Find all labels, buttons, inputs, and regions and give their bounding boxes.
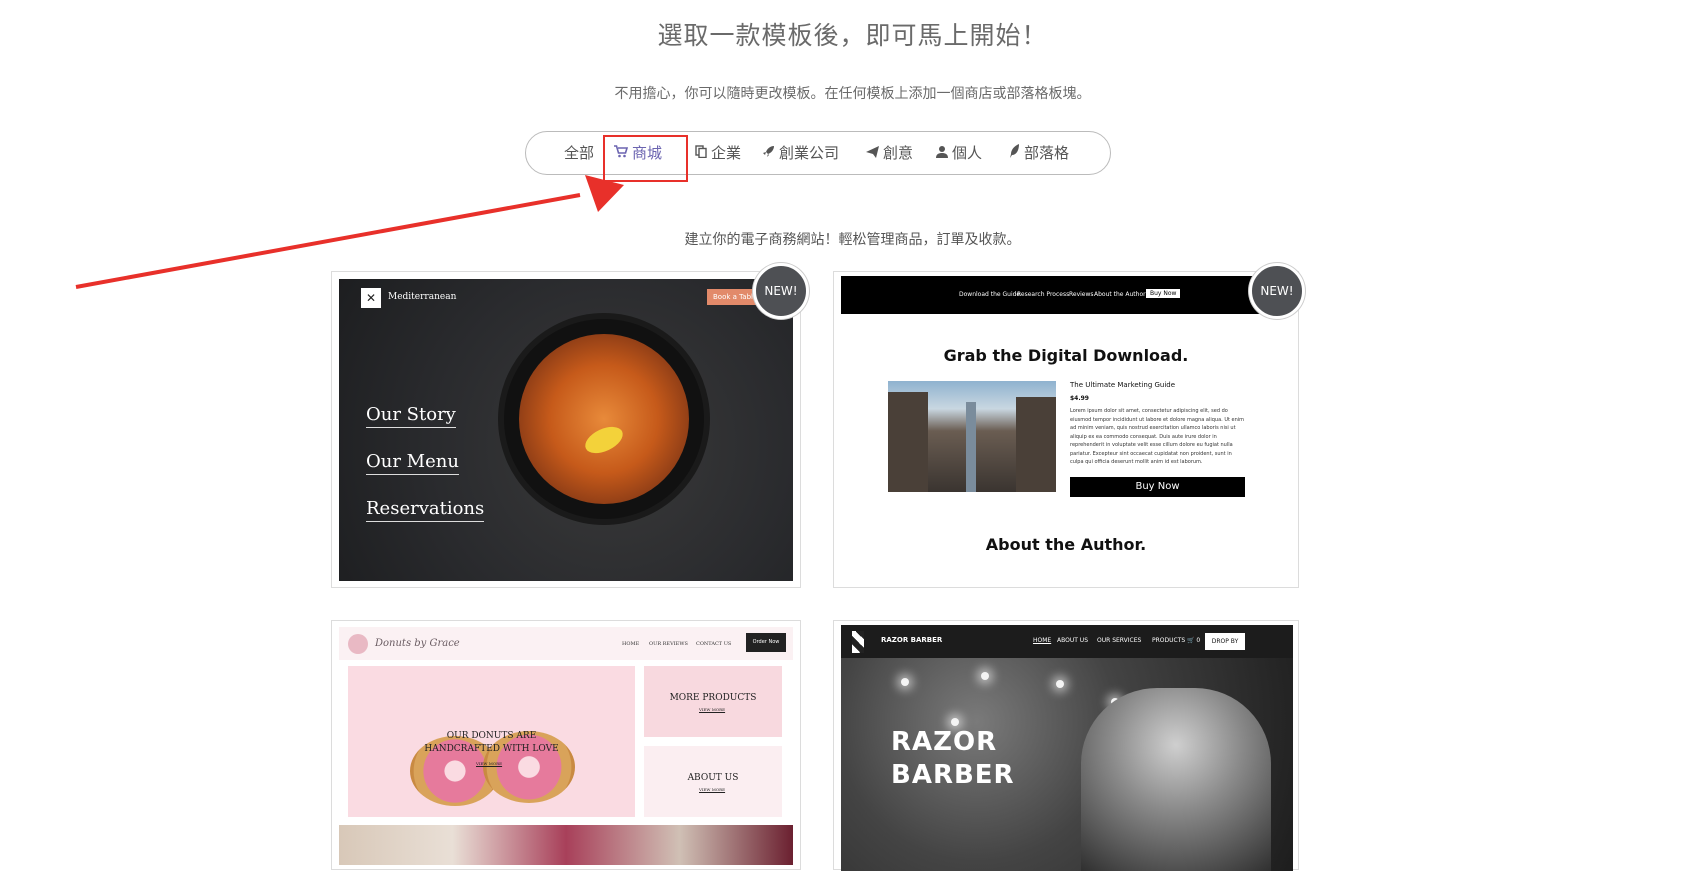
donut-hero: OUR DONUTS ARE HANDCRAFTED WITH LOVE VIE… xyxy=(348,666,635,817)
barber-figure xyxy=(1081,688,1271,871)
light-bulb xyxy=(951,718,959,726)
filter-startup[interactable]: 創業公司 xyxy=(762,132,839,174)
hero-title: RAZOR xyxy=(891,727,998,757)
donuts-photo-strip xyxy=(339,825,793,865)
nav-link: ABOUT US xyxy=(1057,637,1089,644)
drop-by-button: DROP BY xyxy=(1205,633,1245,650)
light-bulb xyxy=(1056,680,1064,688)
cart-count: 🛒 0 xyxy=(1187,637,1201,644)
nav-link: OUR REVIEWS xyxy=(649,641,688,647)
template-card-razor-barber[interactable]: RAZOR BARBER HOME ABOUT US OUR SERVICES … xyxy=(833,620,1299,871)
template-preview-image: RAZOR BARBER xyxy=(841,658,1293,871)
hero-line: HANDCRAFTED WITH LOVE xyxy=(424,744,559,754)
nav-link: OUR SERVICES xyxy=(1097,637,1142,644)
nav-link: Research Process xyxy=(1017,291,1070,298)
page-subheading: 不用擔心，你可以隨時更改模板。在任何模板上添加一個商店或部落格板塊。 xyxy=(614,86,1091,102)
buy-now-button: Buy Now xyxy=(1070,477,1245,497)
filter-personal[interactable]: 個人 xyxy=(936,132,982,174)
template-brand: Mediterranean xyxy=(388,292,457,302)
filter-label: 個人 xyxy=(952,144,983,162)
template-title: Grab the Digital Download. xyxy=(943,346,1189,365)
template-nav: Donuts by Grace HOME OUR REVIEWS CONTACT… xyxy=(339,627,793,660)
nav-link: Reviews xyxy=(1069,291,1094,298)
nav-link: HOME xyxy=(622,641,640,647)
nav-link: HOME xyxy=(1033,637,1052,644)
view-more-link: VIEW MORE xyxy=(699,787,726,792)
box-title: ABOUT US xyxy=(687,773,739,783)
guide-price: $4.99 xyxy=(1070,395,1089,402)
filter-label: 創意 xyxy=(883,144,914,162)
filter-label: 全部 xyxy=(564,144,595,162)
about-author-heading: About the Author. xyxy=(985,535,1147,554)
rocket-icon xyxy=(762,132,775,174)
view-more-link: VIEW MORE xyxy=(699,707,726,712)
filter-label: 部落格 xyxy=(1024,144,1070,162)
annotation-highlight-box xyxy=(603,135,688,182)
order-now-button: Order Now xyxy=(746,633,786,652)
page-heading: 選取一款模板後，即可馬上開始！ xyxy=(657,21,1048,50)
barber-pole-icon xyxy=(852,631,864,653)
hero-title: BARBER xyxy=(891,760,1015,790)
guide-description: Lorem ipsum dolor sit amet, consectetur … xyxy=(1070,408,1245,465)
light-bulb xyxy=(901,678,909,686)
template-nav: Download the Guide Research Process Revi… xyxy=(841,276,1293,314)
template-brand: Donuts by Grace xyxy=(375,638,460,649)
user-icon xyxy=(936,132,948,174)
paper-plane-icon xyxy=(866,132,879,174)
light-bulb xyxy=(981,672,989,680)
menu-link: Our Menu xyxy=(366,451,459,475)
template-card-digital-download[interactable]: Download the Guide Research Process Revi… xyxy=(833,263,1305,588)
category-tagline: 建立你的電子商務網站！輕松管理商品，訂單及收款。 xyxy=(684,232,1021,248)
menu-link: Our Story xyxy=(366,404,456,428)
filter-label: 企業 xyxy=(711,144,742,162)
more-products-box: MORE PRODUCTS VIEW MORE xyxy=(644,666,782,737)
template-card-donuts[interactable]: Donuts by Grace HOME OUR REVIEWS CONTACT… xyxy=(331,620,801,870)
new-badge: NEW! xyxy=(753,263,809,319)
nav-link: Download the Guide xyxy=(959,291,1021,298)
about-us-box: ABOUT US VIEW MORE xyxy=(644,746,782,817)
utensils-icon: ✕ xyxy=(361,288,381,308)
template-brand: RAZOR BARBER xyxy=(881,636,943,644)
filter-business[interactable]: 企業 xyxy=(695,132,741,174)
template-card-mediterranean[interactable]: ✕ Mediterranean Book a Table Our Story O… xyxy=(331,263,809,588)
box-title: MORE PRODUCTS xyxy=(669,693,757,703)
menu-link: Reservations xyxy=(366,498,485,522)
template-nav: RAZOR BARBER HOME ABOUT US OUR SERVICES … xyxy=(841,625,1293,658)
new-badge: NEW! xyxy=(1249,263,1305,319)
filter-label: 創業公司 xyxy=(779,144,840,162)
nav-link: PRODUCTS xyxy=(1152,637,1186,644)
filter-creative[interactable]: 創意 xyxy=(866,132,913,174)
guide-name: The Ultimate Marketing Guide xyxy=(1070,381,1176,389)
copy-icon xyxy=(695,132,707,174)
paella-dish xyxy=(519,334,689,504)
nav-link: About the Author xyxy=(1094,291,1146,298)
city-street-photo xyxy=(888,381,1056,492)
view-more-link: VIEW MORE xyxy=(476,761,503,766)
filter-blog[interactable]: 部落格 xyxy=(1009,132,1069,174)
nav-buy-button: Buy Now xyxy=(1146,289,1181,298)
nav-link: CONTACT US xyxy=(696,641,732,647)
hero-line: OUR DONUTS ARE xyxy=(446,731,537,741)
template-preview-image: ✕ Mediterranean Book a Table Our Story O… xyxy=(339,279,793,581)
filter-all[interactable]: 全部 xyxy=(564,132,594,174)
feather-icon xyxy=(1009,132,1020,174)
hero-text: OUR DONUTS ARE HANDCRAFTED WITH LOVE xyxy=(348,730,635,756)
donut-logo-icon xyxy=(348,634,368,654)
